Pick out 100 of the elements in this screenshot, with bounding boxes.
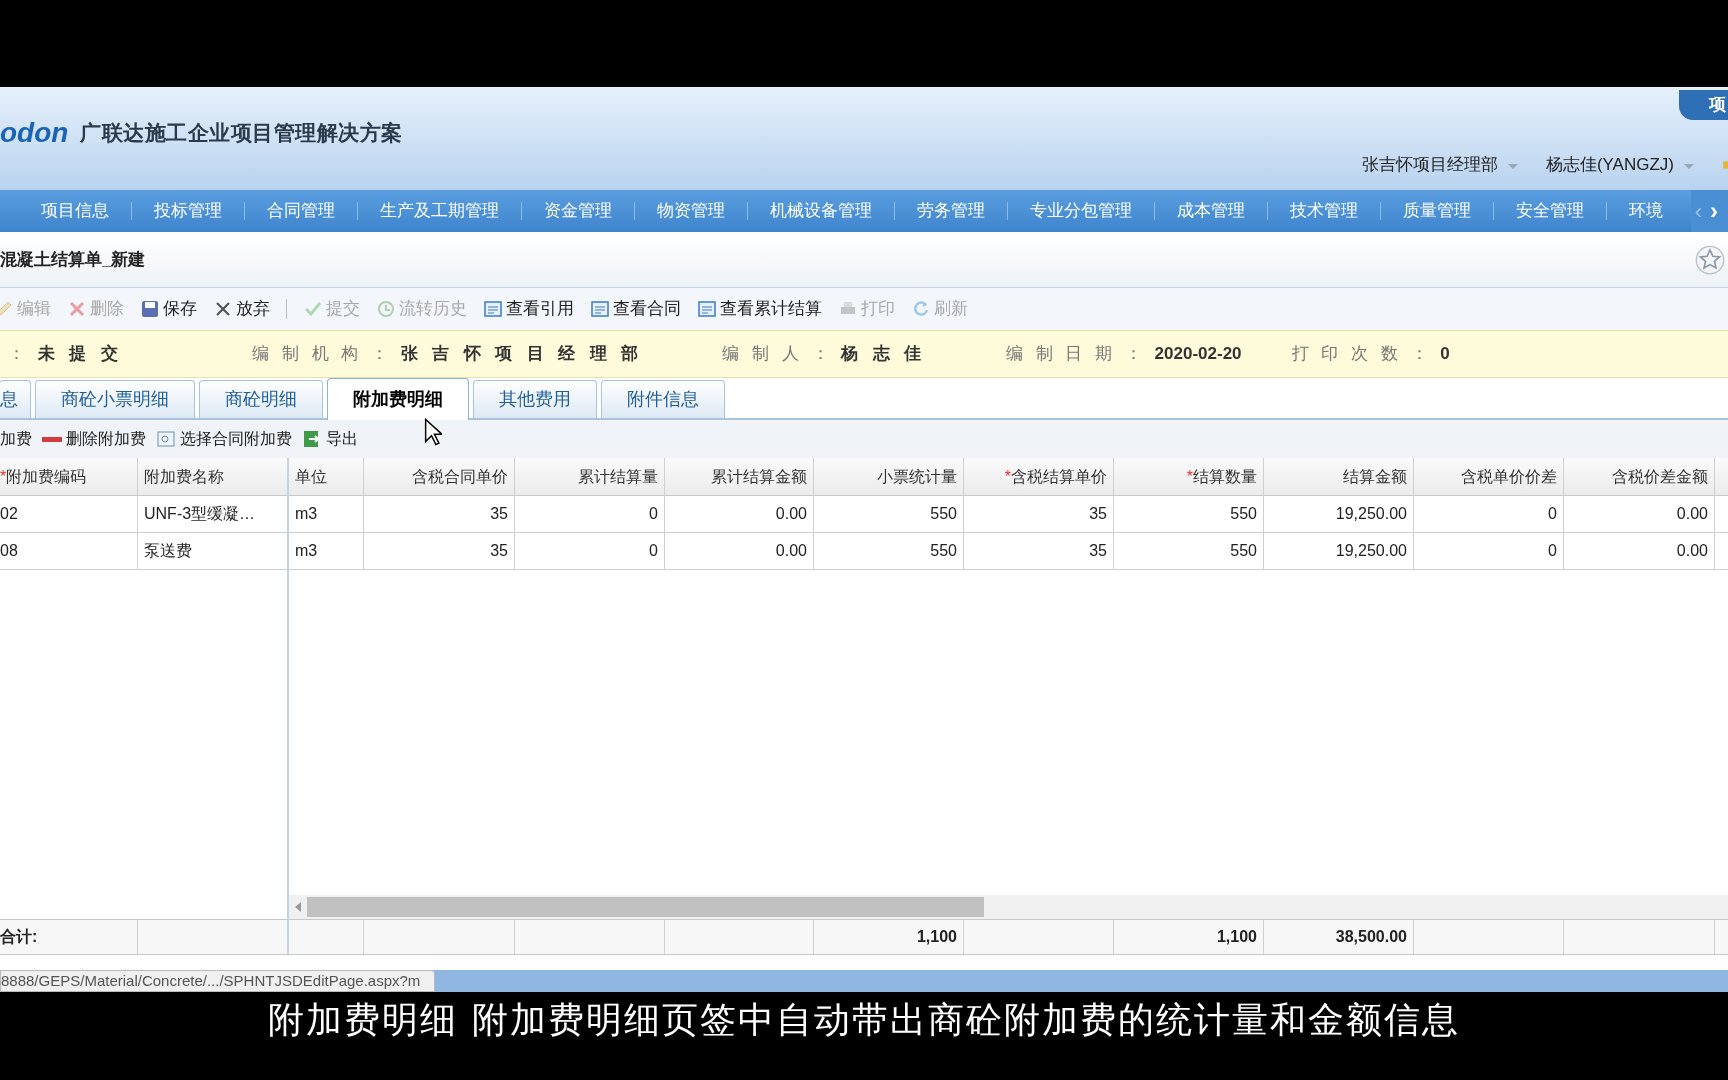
table-cell: 0.00 bbox=[1564, 496, 1715, 532]
menu-item[interactable]: 质量管理 bbox=[1381, 198, 1493, 224]
column-header-label: 结算数量 bbox=[1193, 466, 1257, 487]
document-icon bbox=[697, 299, 717, 319]
column-header: 含税单价价差 bbox=[1414, 458, 1564, 495]
table-cell: 02 bbox=[0, 496, 138, 532]
page-title: 混凝土结算单_新建 bbox=[0, 248, 146, 271]
field-value: 未提交 bbox=[37, 343, 133, 366]
field-label: ： bbox=[8, 343, 38, 366]
toolbar-button[interactable]: 查看引用 bbox=[483, 296, 574, 322]
toolbar-button[interactable]: 查看累计结算 bbox=[697, 296, 822, 322]
table-cell: 35 bbox=[964, 533, 1114, 569]
toolbar-button[interactable]: 导出 bbox=[302, 427, 358, 451]
tab[interactable]: 商砼小票明细 bbox=[35, 380, 195, 418]
table-cell: UNF-3型缓凝… bbox=[138, 496, 289, 532]
table-cell: 550 bbox=[814, 496, 964, 532]
logo-text: odon bbox=[0, 118, 69, 147]
column-header: 附加费名称 bbox=[138, 458, 289, 495]
menu-item[interactable]: 投标管理 bbox=[132, 198, 244, 224]
menu-item[interactable]: 专业分包管理 bbox=[1008, 198, 1154, 224]
table-cell: m3 bbox=[289, 533, 364, 569]
table-cell: 0.00 bbox=[665, 496, 814, 532]
table-cell: 0 bbox=[1414, 496, 1564, 532]
required-mark: * bbox=[1004, 466, 1011, 487]
toolbar-button[interactable]: 查看合同 bbox=[590, 296, 681, 322]
checkmark-icon bbox=[303, 299, 323, 319]
menu-item[interactable]: 成本管理 bbox=[1155, 198, 1267, 224]
table-cell: 0 bbox=[1414, 533, 1564, 569]
column-header: 累计结算量 bbox=[515, 458, 665, 495]
refresh-icon bbox=[911, 299, 931, 319]
column-header: 单位 bbox=[289, 458, 364, 495]
table-cell: 19,250.00 bbox=[1264, 496, 1414, 532]
menu-item[interactable]: 项目信息 bbox=[0, 198, 131, 224]
menu-item[interactable]: 环境 bbox=[1607, 198, 1685, 224]
save-icon bbox=[140, 299, 160, 319]
menu-item[interactable]: 安全管理 bbox=[1494, 198, 1606, 224]
mouse-cursor-icon bbox=[424, 418, 442, 446]
toolbar-button[interactable]: 保存 bbox=[140, 296, 197, 322]
document-icon bbox=[590, 299, 610, 319]
user-menu[interactable]: 杨志佳(YANGZJ) bbox=[1545, 152, 1694, 178]
column-header-label: 附加费编码 bbox=[6, 466, 87, 487]
table-cell: 泵送费 bbox=[138, 533, 289, 569]
horizontal-scrollbar[interactable] bbox=[289, 895, 1728, 919]
table-cell: 35 bbox=[364, 533, 515, 569]
toolbar-button[interactable]: 放弃 bbox=[213, 296, 270, 322]
table-cell: 35 bbox=[364, 496, 515, 532]
product-title: 广联达施工企业项目管理解决方案 bbox=[80, 120, 403, 146]
scroll-right-arrow[interactable]: › bbox=[1710, 193, 1718, 229]
field-label: 打印次数： bbox=[1291, 343, 1441, 366]
menu-item[interactable]: 技术管理 bbox=[1268, 198, 1380, 224]
table-cell: 550 bbox=[1114, 496, 1264, 532]
column-header: 小票统计量 bbox=[814, 458, 964, 495]
table-cell: 550 bbox=[1114, 533, 1264, 569]
tab[interactable]: 商砼明细 bbox=[199, 380, 323, 418]
toolbar-button[interactable]: 加费 bbox=[0, 427, 32, 451]
corner-tab[interactable]: 项 bbox=[1679, 90, 1728, 120]
menu-item[interactable]: 合同管理 bbox=[245, 198, 357, 224]
table-cell: 0 bbox=[515, 533, 665, 569]
total-cell: 1,100 bbox=[814, 920, 964, 954]
minus-icon bbox=[42, 436, 62, 442]
video-caption: 附加费明细 附加费明细页签中自动带出商砼附加费的统计量和金额信息 bbox=[268, 998, 1460, 1042]
tab[interactable]: 附件信息 bbox=[601, 380, 725, 418]
scroll-left-arrow[interactable]: ‹ bbox=[1694, 194, 1702, 228]
export-icon bbox=[302, 429, 322, 449]
document-icon bbox=[156, 429, 176, 449]
menu-item[interactable]: 资金管理 bbox=[522, 198, 634, 224]
tab[interactable]: 息 bbox=[0, 380, 31, 418]
close-icon bbox=[67, 299, 87, 319]
table-cell: 0.00 bbox=[665, 533, 814, 569]
menu-item[interactable]: 物资管理 bbox=[635, 198, 747, 224]
toolbar-button[interactable]: 删除附加费 bbox=[42, 427, 146, 451]
menu-item[interactable]: 生产及工期管理 bbox=[358, 198, 521, 224]
field-value: 0 bbox=[1440, 343, 1450, 366]
status-url: 8888/GEPS/Material/Concrete/.../SPHNTJSDEditPage.aspx?m bbox=[0, 970, 436, 992]
tab[interactable]: 其他费用 bbox=[473, 380, 597, 418]
column-header: 含税价差金额 bbox=[1564, 458, 1715, 495]
tab[interactable]: 附加费明细 bbox=[327, 378, 469, 420]
table-cell: 0 bbox=[515, 496, 665, 532]
table-cell: 35 bbox=[964, 496, 1114, 532]
field-value: 2020-02-20 bbox=[1154, 343, 1242, 366]
table-cell: 08 bbox=[0, 533, 138, 569]
org-menu[interactable]: 张吉怀项目经理部 bbox=[1361, 152, 1518, 178]
total-cell: 合计: bbox=[0, 920, 138, 954]
document-icon bbox=[483, 299, 503, 319]
column-header: 含税合同单价 bbox=[364, 458, 515, 495]
total-cell: 38,500.00 bbox=[1264, 920, 1414, 954]
field-label: 编制日期： bbox=[1005, 343, 1155, 366]
menu-item[interactable]: 劳务管理 bbox=[895, 198, 1007, 224]
table-cell: 0.00 bbox=[1564, 533, 1715, 569]
toolbar-button[interactable]: 选择合同附加费 bbox=[156, 427, 292, 451]
table-cell: 550 bbox=[814, 533, 964, 569]
table-cell: m3 bbox=[289, 496, 364, 532]
menu-item[interactable]: 机械设备管理 bbox=[748, 198, 894, 224]
column-header: 结算金额 bbox=[1264, 458, 1414, 495]
field-value: 杨志佳 bbox=[841, 343, 936, 366]
field-label: 编制机构： bbox=[252, 343, 401, 366]
table-cell: 19,250.00 bbox=[1264, 533, 1414, 569]
required-mark: * bbox=[0, 466, 7, 487]
column-header: 累计结算金额 bbox=[665, 458, 814, 495]
field-value: 张吉怀项目经理部 bbox=[400, 343, 653, 366]
